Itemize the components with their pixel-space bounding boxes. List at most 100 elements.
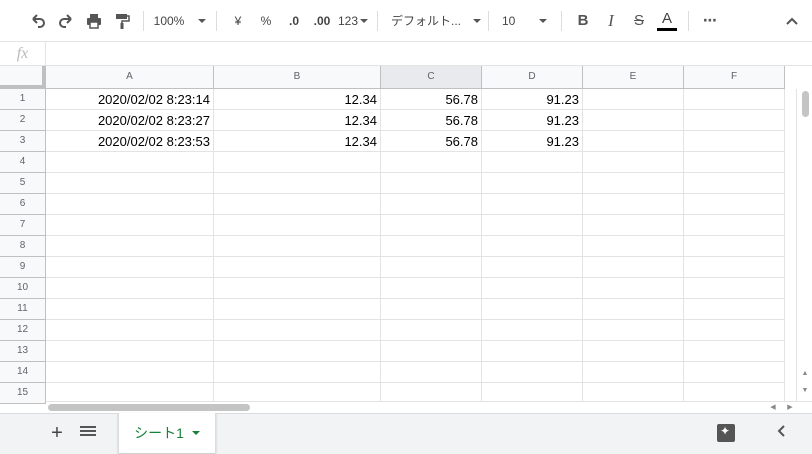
cell-d4[interactable] (482, 152, 583, 173)
cell-c7[interactable] (381, 215, 482, 236)
cell-d13[interactable] (482, 341, 583, 362)
cell-d8[interactable] (482, 236, 583, 257)
cell-d12[interactable] (482, 320, 583, 341)
print-icon[interactable] (80, 7, 108, 35)
cell-f6[interactable] (684, 194, 785, 215)
cell-b2[interactable]: 12.34 (214, 110, 381, 131)
explore-icon[interactable] (717, 424, 735, 442)
italic-button[interactable]: I (597, 7, 625, 35)
cell-e4[interactable] (583, 152, 684, 173)
cell-e1[interactable] (583, 89, 684, 110)
cell-b13[interactable] (214, 341, 381, 362)
cell-d7[interactable] (482, 215, 583, 236)
cell-c12[interactable] (381, 320, 482, 341)
cell-c6[interactable] (381, 194, 482, 215)
cell-f2[interactable] (684, 110, 785, 131)
bold-button[interactable]: B (569, 7, 597, 35)
cell-f13[interactable] (684, 341, 785, 362)
row-header-10[interactable]: 10 (0, 278, 46, 299)
row-header-15[interactable]: 15 (0, 383, 46, 404)
cell-a13[interactable] (46, 341, 214, 362)
cell-e7[interactable] (583, 215, 684, 236)
row-header-2[interactable]: 2 (0, 110, 46, 131)
cell-e2[interactable] (583, 110, 684, 131)
row-header-12[interactable]: 12 (0, 320, 46, 341)
cell-a10[interactable] (46, 278, 214, 299)
row-header-7[interactable]: 7 (0, 215, 46, 236)
cell-c4[interactable] (381, 152, 482, 173)
cell-e13[interactable] (583, 341, 684, 362)
row-header-14[interactable]: 14 (0, 362, 46, 383)
cell-f8[interactable] (684, 236, 785, 257)
cell-c11[interactable] (381, 299, 482, 320)
font-size-dropdown[interactable]: 10 (496, 7, 554, 35)
cell-f7[interactable] (684, 215, 785, 236)
cell-b12[interactable] (214, 320, 381, 341)
paint-format-icon[interactable] (108, 7, 136, 35)
cell-f1[interactable] (684, 89, 785, 110)
cell-a4[interactable] (46, 152, 214, 173)
chevron-left-icon[interactable] (776, 424, 790, 442)
cell-f10[interactable] (684, 278, 785, 299)
redo-icon[interactable] (52, 7, 80, 35)
row-header-4[interactable]: 4 (0, 152, 46, 173)
column-header-a[interactable]: A (46, 66, 214, 89)
cell-d2[interactable]: 91.23 (482, 110, 583, 131)
column-header-d[interactable]: D (482, 66, 583, 89)
cell-b5[interactable] (214, 173, 381, 194)
cell-f4[interactable] (684, 152, 785, 173)
cell-b14[interactable] (214, 362, 381, 383)
cell-c2[interactable]: 56.78 (381, 110, 482, 131)
font-dropdown[interactable]: デフォルト... (385, 7, 481, 35)
cell-e10[interactable] (583, 278, 684, 299)
cell-a14[interactable] (46, 362, 214, 383)
row-header-3[interactable]: 3 (0, 131, 46, 152)
cell-a11[interactable] (46, 299, 214, 320)
cell-a9[interactable] (46, 257, 214, 278)
cell-b3[interactable]: 12.34 (214, 131, 381, 152)
cell-e14[interactable] (583, 362, 684, 383)
cell-b11[interactable] (214, 299, 381, 320)
decrease-decimal-button[interactable]: .0 (280, 7, 308, 35)
cell-f5[interactable] (684, 173, 785, 194)
cell-b8[interactable] (214, 236, 381, 257)
cell-e12[interactable] (583, 320, 684, 341)
cell-d11[interactable] (482, 299, 583, 320)
cell-b1[interactable]: 12.34 (214, 89, 381, 110)
row-header-13[interactable]: 13 (0, 341, 46, 362)
row-header-8[interactable]: 8 (0, 236, 46, 257)
row-header-5[interactable]: 5 (0, 173, 46, 194)
scroll-right-icon[interactable]: ▶ (785, 402, 795, 413)
cell-a8[interactable] (46, 236, 214, 257)
zoom-dropdown[interactable]: 100% (151, 7, 209, 35)
cell-c5[interactable] (381, 173, 482, 194)
cell-d5[interactable] (482, 173, 583, 194)
column-header-c[interactable]: C (381, 66, 482, 89)
more-options-button[interactable]: ⋯ (696, 7, 724, 35)
vertical-scrollbar[interactable]: ▲ ▼ (796, 89, 812, 401)
row-header-1[interactable]: 1 (0, 89, 46, 110)
cell-b7[interactable] (214, 215, 381, 236)
more-formats-dropdown[interactable]: 123 (336, 7, 370, 35)
cell-c1[interactable]: 56.78 (381, 89, 482, 110)
cell-a1[interactable]: 2020/02/02 8:23:14 (46, 89, 214, 110)
cell-a12[interactable] (46, 320, 214, 341)
cell-c13[interactable] (381, 341, 482, 362)
cell-f11[interactable] (684, 299, 785, 320)
cell-c14[interactable] (381, 362, 482, 383)
scroll-left-icon[interactable]: ◀ (768, 402, 778, 413)
cell-a7[interactable] (46, 215, 214, 236)
cell-b9[interactable] (214, 257, 381, 278)
row-header-6[interactable]: 6 (0, 194, 46, 215)
cell-a3[interactable]: 2020/02/02 8:23:53 (46, 131, 214, 152)
row-header-11[interactable]: 11 (0, 299, 46, 320)
cell-e5[interactable] (583, 173, 684, 194)
cell-d3[interactable]: 91.23 (482, 131, 583, 152)
cell-f14[interactable] (684, 362, 785, 383)
cell-e9[interactable] (583, 257, 684, 278)
undo-icon[interactable] (24, 7, 52, 35)
horizontal-scrollbar[interactable]: ◀ ▶ (46, 401, 812, 413)
cell-e11[interactable] (583, 299, 684, 320)
add-sheet-button[interactable]: + (47, 423, 67, 443)
cell-f9[interactable] (684, 257, 785, 278)
